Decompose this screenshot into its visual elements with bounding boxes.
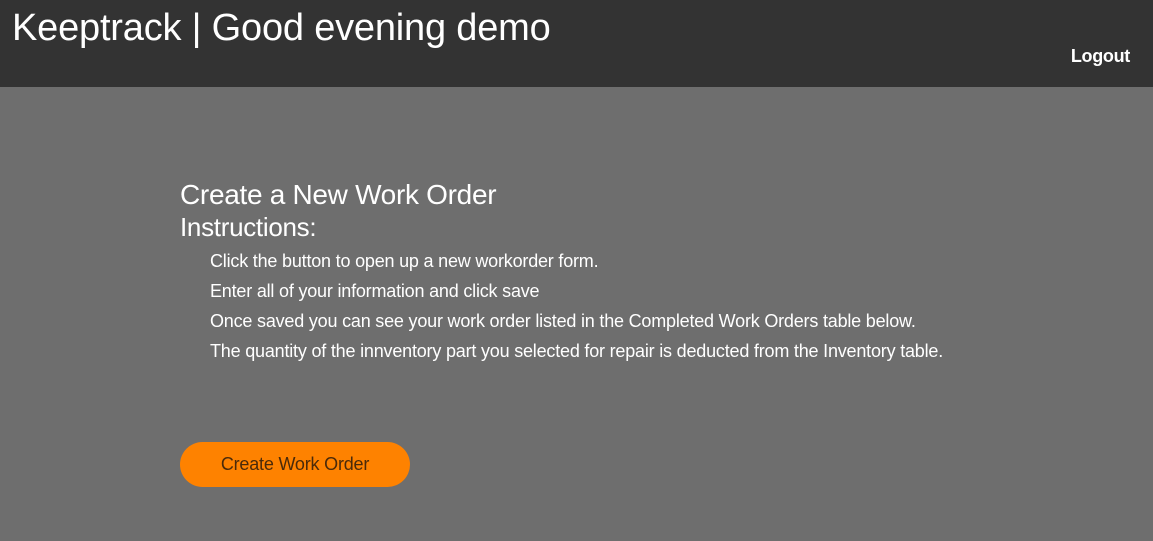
page-title: Create a New Work Order [180, 179, 497, 210]
instruction-item: Once saved you can see your work order l… [210, 311, 916, 331]
top-navbar: Keeptrack | Good evening demo Logout [0, 0, 1153, 87]
work-order-section: Create a New Work Order Instructions: Cl… [180, 178, 1000, 487]
app-title: Keeptrack | Good evening demo [12, 7, 551, 49]
instructions-list: Click the button to open up a new workor… [210, 246, 990, 366]
create-work-order-button[interactable]: Create Work Order [180, 442, 410, 487]
instruction-item: Click the button to open up a new workor… [210, 251, 599, 271]
logout-link[interactable]: Logout [1071, 44, 1130, 68]
instruction-item: The quantity of the innventory part you … [210, 341, 944, 361]
instruction-item: Enter all of your information and click … [210, 281, 540, 301]
instructions-heading: Instructions: [180, 212, 317, 242]
